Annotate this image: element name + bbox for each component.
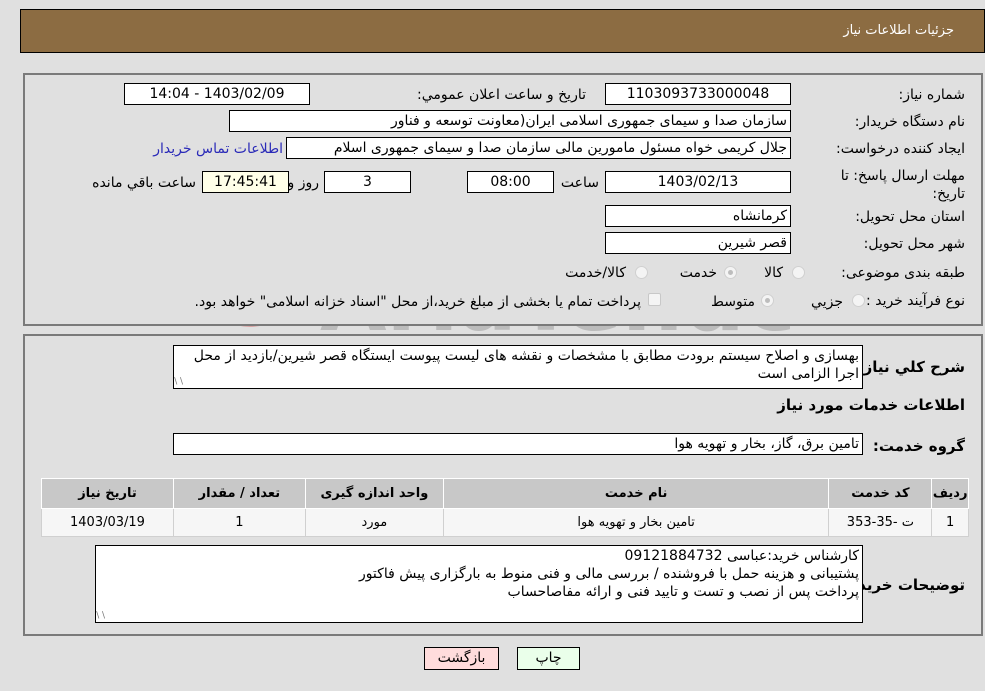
col-row-number: رديف (931, 478, 969, 509)
province-label: استان محل تحویل: (855, 209, 965, 225)
col-service-name: نام خدمت (442, 478, 830, 509)
page-header: جزئيات اطلاعات نياز (20, 9, 985, 53)
description-textarea[interactable]: بهسازی و اصلاح سیستم برودت مطابق با مشخص… (173, 345, 863, 389)
description-text: بهسازی و اصلاح سیستم برودت مطابق با مشخص… (193, 348, 859, 382)
purchase-option-medium: متوسط (711, 294, 755, 310)
remaining-days-field: 3 (324, 171, 411, 193)
category-label: طبقه بندی موضوعی: (841, 265, 965, 281)
service-group-field: تامین برق، گاز، بخار و تهویه هوا (173, 433, 863, 455)
back-button[interactable]: بازگشت (424, 647, 499, 670)
buyer-notes-line: پشتیبانی و هزینه حمل با فروشنده / بررسی … (358, 566, 859, 582)
page-title: جزئيات اطلاعات نياز (843, 23, 954, 38)
deadline-label: مهلت ارسال پاسخ: تا تاریخ: (840, 168, 965, 202)
cell-row-number: 1 (931, 508, 969, 537)
remaining-time-label: ساعت باقي مانده (92, 175, 196, 191)
print-button[interactable]: چاپ (517, 647, 580, 670)
category-option-goods-service: کالا/خدمت (565, 265, 626, 281)
remaining-time-field: 17:45:41 (202, 171, 289, 193)
purchase-type-label: نوع فرآیند خرید : (866, 293, 965, 309)
category-option-service: خدمت (679, 265, 717, 281)
category-radio-service[interactable] (724, 266, 737, 279)
purchase-radio-minor[interactable] (852, 294, 865, 307)
col-service-code: کد خدمت (828, 478, 933, 509)
resize-grip-icon[interactable]: ∖∖ (174, 378, 184, 387)
deadline-date-field: 1403/02/13 (605, 171, 791, 193)
requester-label: ایجاد کننده درخواست: (836, 141, 965, 157)
buyer-contact-link[interactable]: اطلاعات تماس خریدار (153, 141, 283, 157)
cell-quantity: 1 (172, 508, 306, 537)
buyer-org-field: سازمان صدا و سیمای جمهوری اسلامی ایران(م… (229, 110, 791, 132)
need-info-panel: شماره نیاز: 1103093733000048 تاریخ و ساع… (23, 73, 983, 326)
city-field: قصر شیرین (605, 232, 791, 254)
purchase-radio-medium[interactable] (761, 294, 774, 307)
category-option-goods: کالا (764, 265, 783, 281)
service-group-label: گروه خدمت: (872, 437, 965, 455)
purchase-option-minor: جزيي (811, 294, 843, 310)
announce-datetime-field: 1403/02/09 - 14:04 (124, 83, 310, 105)
cell-service-name: تامین بخار و تهویه هوا (442, 508, 830, 537)
cell-service-code: ت -35-353 (828, 508, 933, 537)
buyer-org-label: نام دستگاه خریدار: (854, 114, 965, 130)
province-field: کرمانشاه (605, 205, 791, 227)
city-label: شهر محل تحویل: (863, 236, 965, 252)
cell-need-date: 1403/03/19 (41, 508, 174, 537)
buyer-notes-textarea[interactable]: کارشناس خرید:عباسی 09121884732 پشتیبانی … (95, 545, 863, 623)
requester-field: جلال کریمی خواه مسئول مامورین مالی سازما… (286, 137, 791, 159)
treasury-note: پرداخت تمام یا بخشی از مبلغ خرید،از محل … (194, 294, 641, 310)
category-radio-goods-service[interactable] (635, 266, 648, 279)
treasury-checkbox[interactable] (648, 293, 661, 306)
description-label: شرح كلي نياز: (857, 358, 965, 376)
buyer-notes-line: کارشناس خرید:عباسی 09121884732 (624, 548, 859, 564)
deadline-time-label: ساعت (560, 175, 599, 191)
cell-unit: مورد (304, 508, 444, 537)
days-label: روز و (287, 175, 320, 191)
services-panel: شرح كلي نياز: بهسازی و اصلاح سیستم برودت… (23, 334, 983, 636)
need-number-label: شماره نیاز: (898, 87, 966, 103)
col-quantity: تعداد / مقدار (172, 478, 306, 509)
services-table-header: رديف کد خدمت نام خدمت واحد اندازه گیری ت… (41, 478, 969, 509)
need-number-field: 1103093733000048 (605, 83, 791, 105)
announce-datetime-label: تاریخ و ساعت اعلان عمومي: (417, 87, 586, 103)
services-section-title: اطلاعات خدمات مورد نياز (777, 396, 965, 414)
col-unit: واحد اندازه گیری (304, 478, 444, 509)
table-row: 1 ت -35-353 تامین بخار و تهویه هوا مورد … (41, 508, 969, 537)
services-table: رديف کد خدمت نام خدمت واحد اندازه گیری ت… (41, 478, 969, 537)
resize-grip-icon[interactable]: ∖∖ (96, 612, 106, 621)
deadline-time-field: 08:00 (467, 171, 554, 193)
category-radio-goods[interactable] (792, 266, 805, 279)
col-need-date: تاریخ نیاز (41, 478, 174, 509)
buyer-notes-line: پرداخت پس از نصب و تست و تایید فنی و ارا… (507, 584, 859, 600)
